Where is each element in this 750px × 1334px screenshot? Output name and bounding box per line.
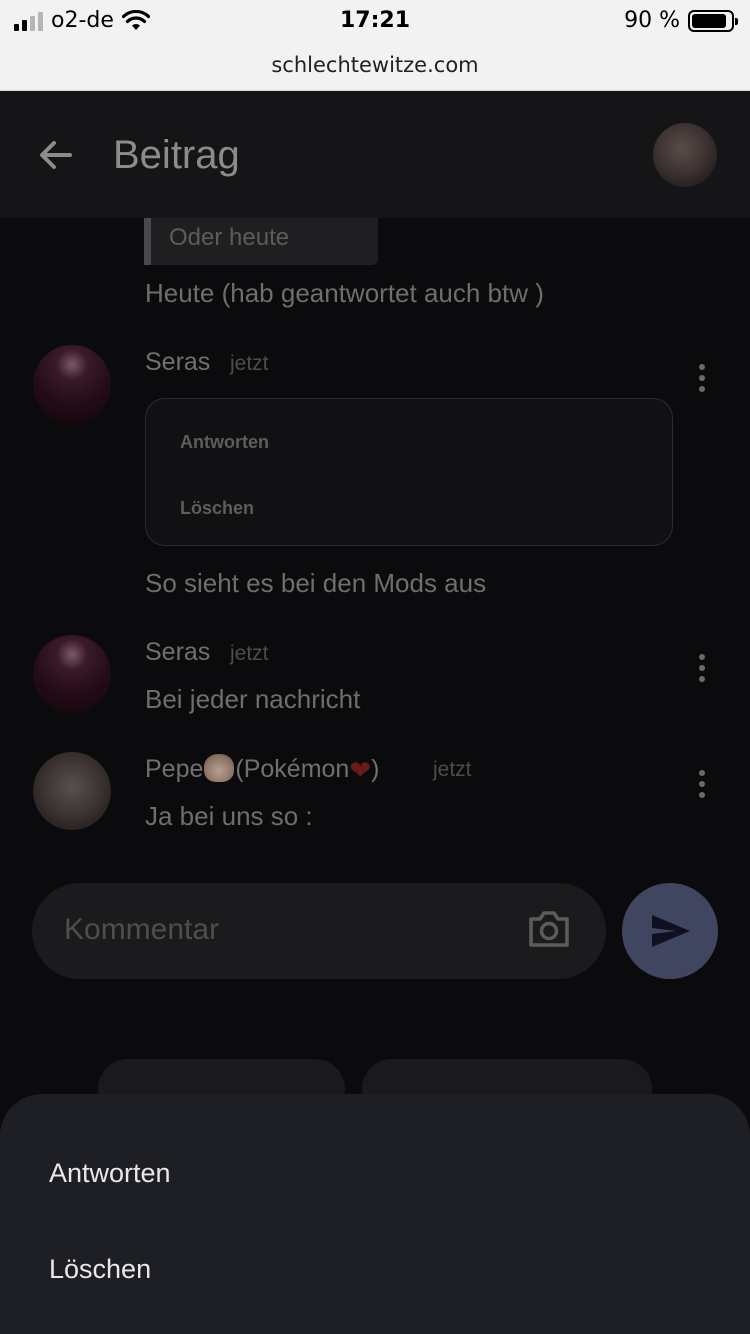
camera-icon[interactable]: [527, 909, 571, 949]
comment-text: Bei jeder nachricht: [145, 684, 361, 714]
page-title: Beitrag: [113, 133, 240, 177]
battery-icon: [688, 9, 738, 32]
battery-percent: 90 %: [624, 8, 680, 33]
send-icon: [652, 915, 690, 947]
send-button[interactable]: [622, 883, 718, 979]
app-header: Beitrag: [0, 91, 750, 218]
comment-author[interactable]: Pepe (Pokémon❤): [145, 754, 379, 786]
more-options-icon[interactable]: [690, 358, 714, 398]
sheet-item-loeschen[interactable]: Löschen: [49, 1254, 151, 1285]
quoted-reply: Oder heute: [144, 218, 378, 265]
heart-emoji-icon: ❤: [349, 756, 372, 786]
comment-input[interactable]: Kommentar: [32, 883, 606, 979]
comment-time: jetzt: [230, 352, 269, 375]
menu-item-antworten[interactable]: Antworten: [180, 432, 269, 453]
avatar[interactable]: [33, 345, 111, 423]
comment-context-menu: Antworten Löschen: [145, 398, 673, 546]
reply-text: Heute (hab geantwortet auch btw ): [145, 278, 544, 308]
comment-time: jetzt: [230, 642, 269, 665]
back-arrow-icon[interactable]: [30, 129, 82, 181]
comment-text: Ja bei uns so :: [145, 801, 313, 831]
author-name-suffix: (Pokémon: [235, 755, 350, 783]
user-avatar[interactable]: [653, 123, 717, 187]
avatar[interactable]: [33, 635, 111, 713]
comment-text: So sieht es bei den Mods aus: [145, 568, 487, 598]
comment-time: jetzt: [433, 758, 472, 781]
author-name: Pepe: [145, 755, 204, 783]
more-options-icon[interactable]: [690, 764, 714, 804]
comment-placeholder: Kommentar: [64, 913, 220, 946]
action-bottom-sheet: Antworten Löschen: [0, 1094, 750, 1334]
author-name-close: ): [371, 755, 380, 783]
hamster-emoji-icon: [204, 754, 235, 782]
avatar[interactable]: [33, 752, 111, 830]
menu-item-loeschen[interactable]: Löschen: [180, 498, 254, 519]
comment-author[interactable]: Seras: [145, 348, 210, 377]
more-options-icon[interactable]: [690, 648, 714, 688]
browser-url-bar[interactable]: schlechtewitze.com: [0, 40, 750, 91]
comment-author[interactable]: Seras: [145, 638, 210, 667]
sheet-item-antworten[interactable]: Antworten: [49, 1158, 171, 1189]
battery-group: 90 %: [624, 8, 738, 33]
status-bar: o2-de 17:21 90 %: [0, 0, 750, 40]
quoted-text: Oder heute: [169, 224, 290, 251]
